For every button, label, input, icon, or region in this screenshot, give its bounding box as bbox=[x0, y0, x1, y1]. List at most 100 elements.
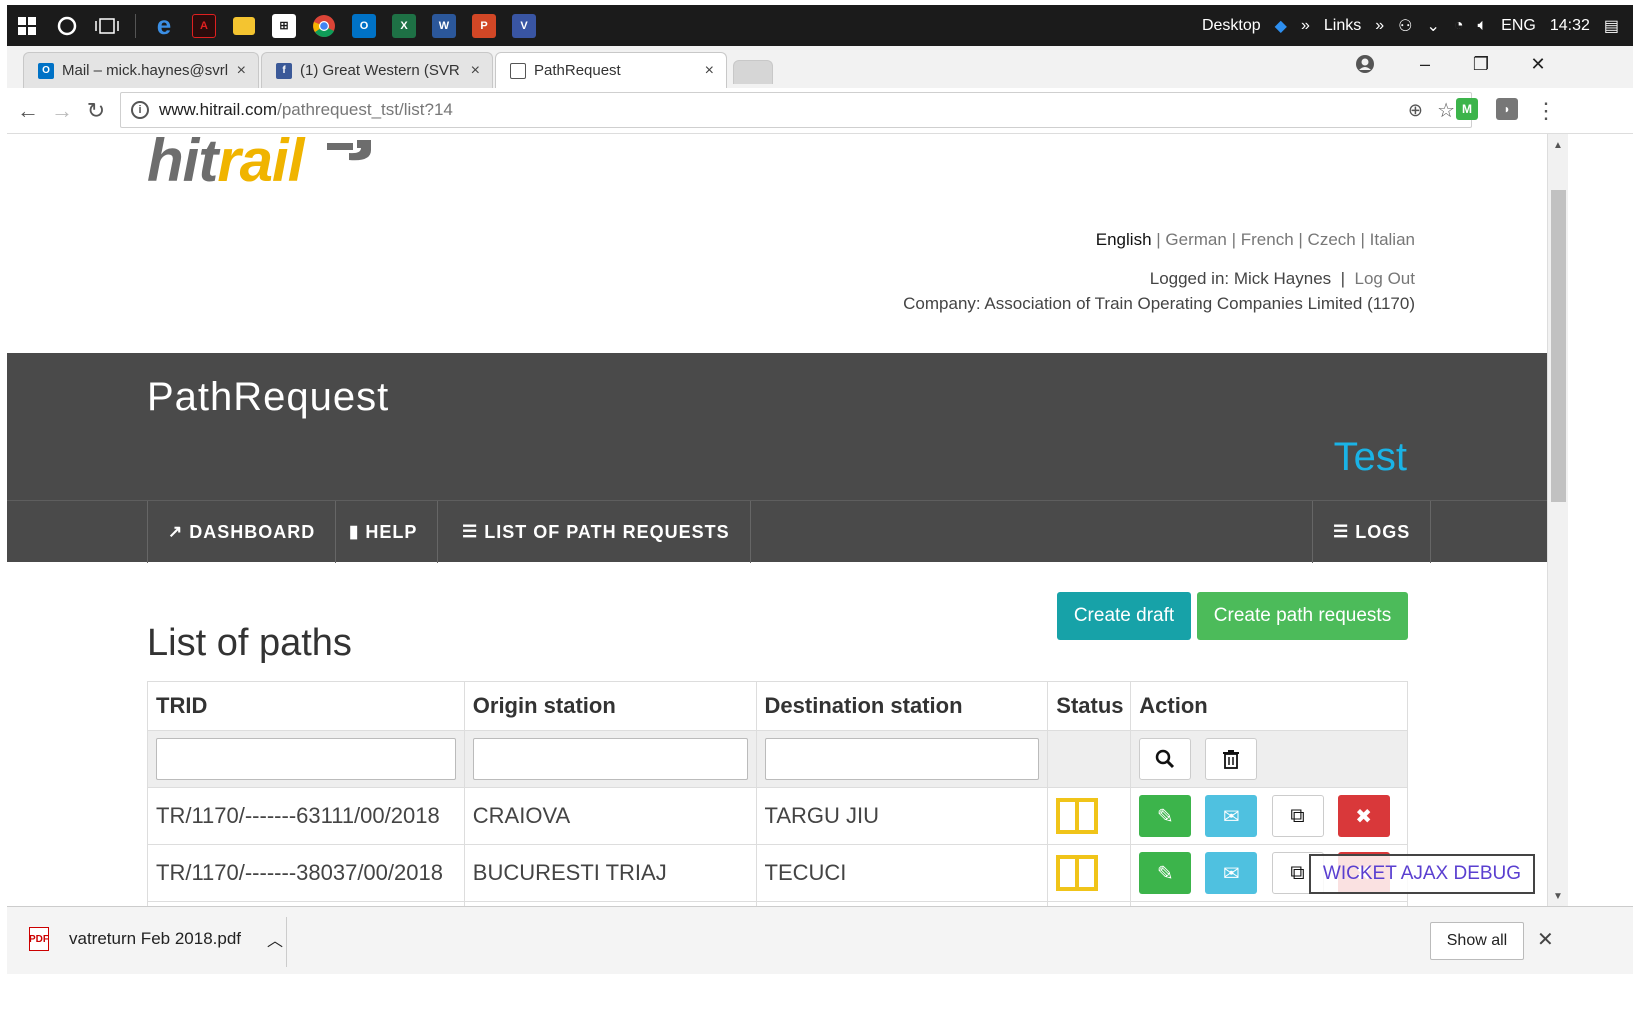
profile-icon[interactable] bbox=[1337, 46, 1393, 82]
volume-muted-icon[interactable]: 🔈︎ bbox=[1478, 17, 1488, 35]
cell-destination: TARGU JIU bbox=[755, 787, 1049, 845]
book-icon: ▮ bbox=[349, 522, 360, 541]
lang-french[interactable]: French bbox=[1241, 230, 1294, 249]
col-trid[interactable]: TRID bbox=[147, 681, 465, 731]
destination-filter-input[interactable] bbox=[764, 738, 1040, 780]
tab-facebook[interactable]: f (1) Great Western (SVR) / × bbox=[261, 52, 493, 88]
action-center-icon[interactable]: ▤ bbox=[1604, 16, 1619, 36]
extension-icon[interactable]: ◗ bbox=[1496, 98, 1518, 120]
facebook-icon: f bbox=[276, 62, 292, 79]
create-draft-button[interactable]: Create draft bbox=[1057, 592, 1191, 640]
links-toolbar-label[interactable]: Links bbox=[1324, 17, 1361, 35]
col-status[interactable]: Status bbox=[1047, 681, 1132, 731]
page-icon bbox=[510, 62, 526, 79]
menu-icon[interactable]: ⋮ bbox=[1531, 96, 1561, 126]
table-row[interactable]: TR/1170/-------63111/00/2018 CRAIOVA TAR… bbox=[147, 787, 1408, 845]
show-all-button[interactable]: Show all bbox=[1430, 922, 1524, 960]
back-icon[interactable]: ← bbox=[13, 96, 43, 126]
delete-button[interactable]: ✖ bbox=[1337, 795, 1390, 837]
scroll-down-icon[interactable]: ▼ bbox=[1553, 891, 1563, 902]
acrobat-icon[interactable]: A bbox=[184, 5, 224, 46]
logout-link[interactable]: Log Out bbox=[1355, 269, 1416, 288]
clear-filter-button[interactable] bbox=[1205, 738, 1258, 780]
origin-filter-input[interactable] bbox=[472, 738, 748, 780]
chevron-down-icon[interactable]: ⌄ bbox=[1426, 16, 1439, 36]
email-button[interactable]: ✉ bbox=[1205, 852, 1258, 894]
nav-logs-label: LOGS bbox=[1355, 521, 1411, 542]
close-icon[interactable]: × bbox=[471, 62, 480, 80]
copy-icon: ⧉ bbox=[1290, 861, 1305, 884]
search-button[interactable] bbox=[1139, 738, 1192, 780]
people-icon[interactable]: ⚇ bbox=[1398, 16, 1412, 36]
language-indicator[interactable]: ENG bbox=[1501, 17, 1536, 35]
lang-english[interactable]: English bbox=[1096, 230, 1152, 249]
email-button[interactable]: ✉ bbox=[1205, 795, 1258, 837]
edit-button[interactable]: ✎ bbox=[1139, 852, 1192, 894]
edit-button[interactable]: ✎ bbox=[1139, 795, 1192, 837]
info-icon[interactable]: i bbox=[131, 101, 149, 119]
scrollbar-thumb[interactable] bbox=[1551, 190, 1566, 502]
store-icon[interactable]: ⊞ bbox=[264, 5, 304, 46]
bookmark-star-icon[interactable]: ☆ bbox=[1437, 98, 1455, 123]
zoom-icon[interactable]: ⊕ bbox=[1408, 100, 1423, 121]
edge-icon[interactable]: e bbox=[144, 5, 184, 46]
forward-icon[interactable]: → bbox=[47, 96, 77, 126]
lang-german[interactable]: German bbox=[1165, 230, 1226, 249]
trid-filter-input[interactable] bbox=[156, 738, 456, 780]
copy-icon: ⧉ bbox=[1290, 804, 1305, 827]
window-close-icon[interactable]: ✕ bbox=[1510, 46, 1566, 82]
powerpoint-icon[interactable]: P bbox=[464, 5, 504, 46]
nav-dashboard[interactable]: ↗︎ DASHBOARD bbox=[147, 501, 337, 563]
create-path-requests-button[interactable]: Create path requests bbox=[1197, 592, 1408, 640]
windows-start-icon[interactable] bbox=[7, 5, 47, 46]
file-explorer-icon[interactable] bbox=[224, 5, 264, 46]
close-icon[interactable]: × bbox=[705, 62, 714, 80]
tab-mail[interactable]: O Mail – mick.haynes@svrl × bbox=[23, 52, 259, 88]
visio-icon[interactable]: V bbox=[504, 5, 544, 46]
page-heading: List of paths bbox=[147, 622, 352, 664]
cortana-icon[interactable] bbox=[47, 5, 87, 46]
close-icon[interactable]: × bbox=[237, 62, 246, 80]
nav-list-of-path-requests[interactable]: ☰ LIST OF PATH REQUESTS bbox=[442, 501, 751, 563]
lang-italian[interactable]: Italian bbox=[1370, 230, 1415, 249]
nav-logs[interactable]: ☰ LOGS bbox=[1312, 501, 1432, 563]
cell-destination: TECUCI bbox=[755, 844, 1049, 902]
page-scrollbar[interactable]: ▲ ▼ bbox=[1547, 134, 1568, 906]
lang-czech[interactable]: Czech bbox=[1308, 230, 1356, 249]
col-action: Action bbox=[1130, 681, 1408, 731]
chevron-up-icon[interactable]: ︿ bbox=[267, 927, 283, 951]
reload-icon[interactable]: ↻ bbox=[81, 96, 111, 126]
edit-icon: ✎ bbox=[1156, 862, 1174, 885]
copy-button[interactable]: ⧉ bbox=[1271, 795, 1324, 837]
new-tab-button[interactable] bbox=[733, 60, 773, 84]
excel-icon[interactable]: X bbox=[384, 5, 424, 46]
tab-pathrequest[interactable]: PathRequest × bbox=[495, 52, 727, 88]
filter-cell bbox=[755, 730, 1049, 788]
clock-time[interactable]: 14:32 bbox=[1550, 17, 1590, 35]
hitrail-logo[interactable]: hitrail bbox=[147, 134, 304, 195]
desktop-toolbar-label[interactable]: Desktop bbox=[1202, 17, 1261, 35]
dropbox-icon[interactable]: ◆ bbox=[1275, 16, 1287, 36]
chevron-more-icon[interactable]: » bbox=[1375, 17, 1384, 35]
task-view-icon[interactable] bbox=[87, 5, 127, 46]
wicket-ajax-debug-link[interactable]: WICKET AJAX DEBUG bbox=[1309, 854, 1535, 894]
language-switcher: English | German | French | Czech | Ital… bbox=[1096, 230, 1415, 250]
scroll-up-icon[interactable]: ▲ bbox=[1553, 140, 1563, 151]
wifi-icon[interactable]: ◔ bbox=[1454, 17, 1464, 35]
download-item[interactable]: PDF vatreturn Feb 2018.pdf ︿ bbox=[29, 927, 283, 951]
chevron-more-icon[interactable]: » bbox=[1301, 17, 1310, 35]
lang-separator: | bbox=[1360, 230, 1365, 249]
extension-icon[interactable]: M bbox=[1456, 98, 1478, 120]
address-bar[interactable]: i www.hitrail.com/pathrequest_tst/list?1… bbox=[120, 92, 1472, 128]
chrome-icon[interactable] bbox=[304, 5, 344, 46]
nav-help[interactable]: ▮ HELP bbox=[329, 501, 439, 563]
word-icon[interactable]: W bbox=[424, 5, 464, 46]
table-row[interactable]: TR/1170/-------38037/00/2018 BUCURESTI T… bbox=[147, 844, 1408, 902]
restore-icon[interactable]: ❐ bbox=[1453, 46, 1509, 82]
lang-separator: | bbox=[1231, 230, 1236, 249]
col-destination[interactable]: Destination station bbox=[755, 681, 1049, 731]
close-icon[interactable]: ✕ bbox=[1537, 927, 1554, 952]
outlook-icon[interactable]: O bbox=[344, 5, 384, 46]
col-origin[interactable]: Origin station bbox=[463, 681, 757, 731]
minimize-icon[interactable]: – bbox=[1397, 46, 1453, 82]
